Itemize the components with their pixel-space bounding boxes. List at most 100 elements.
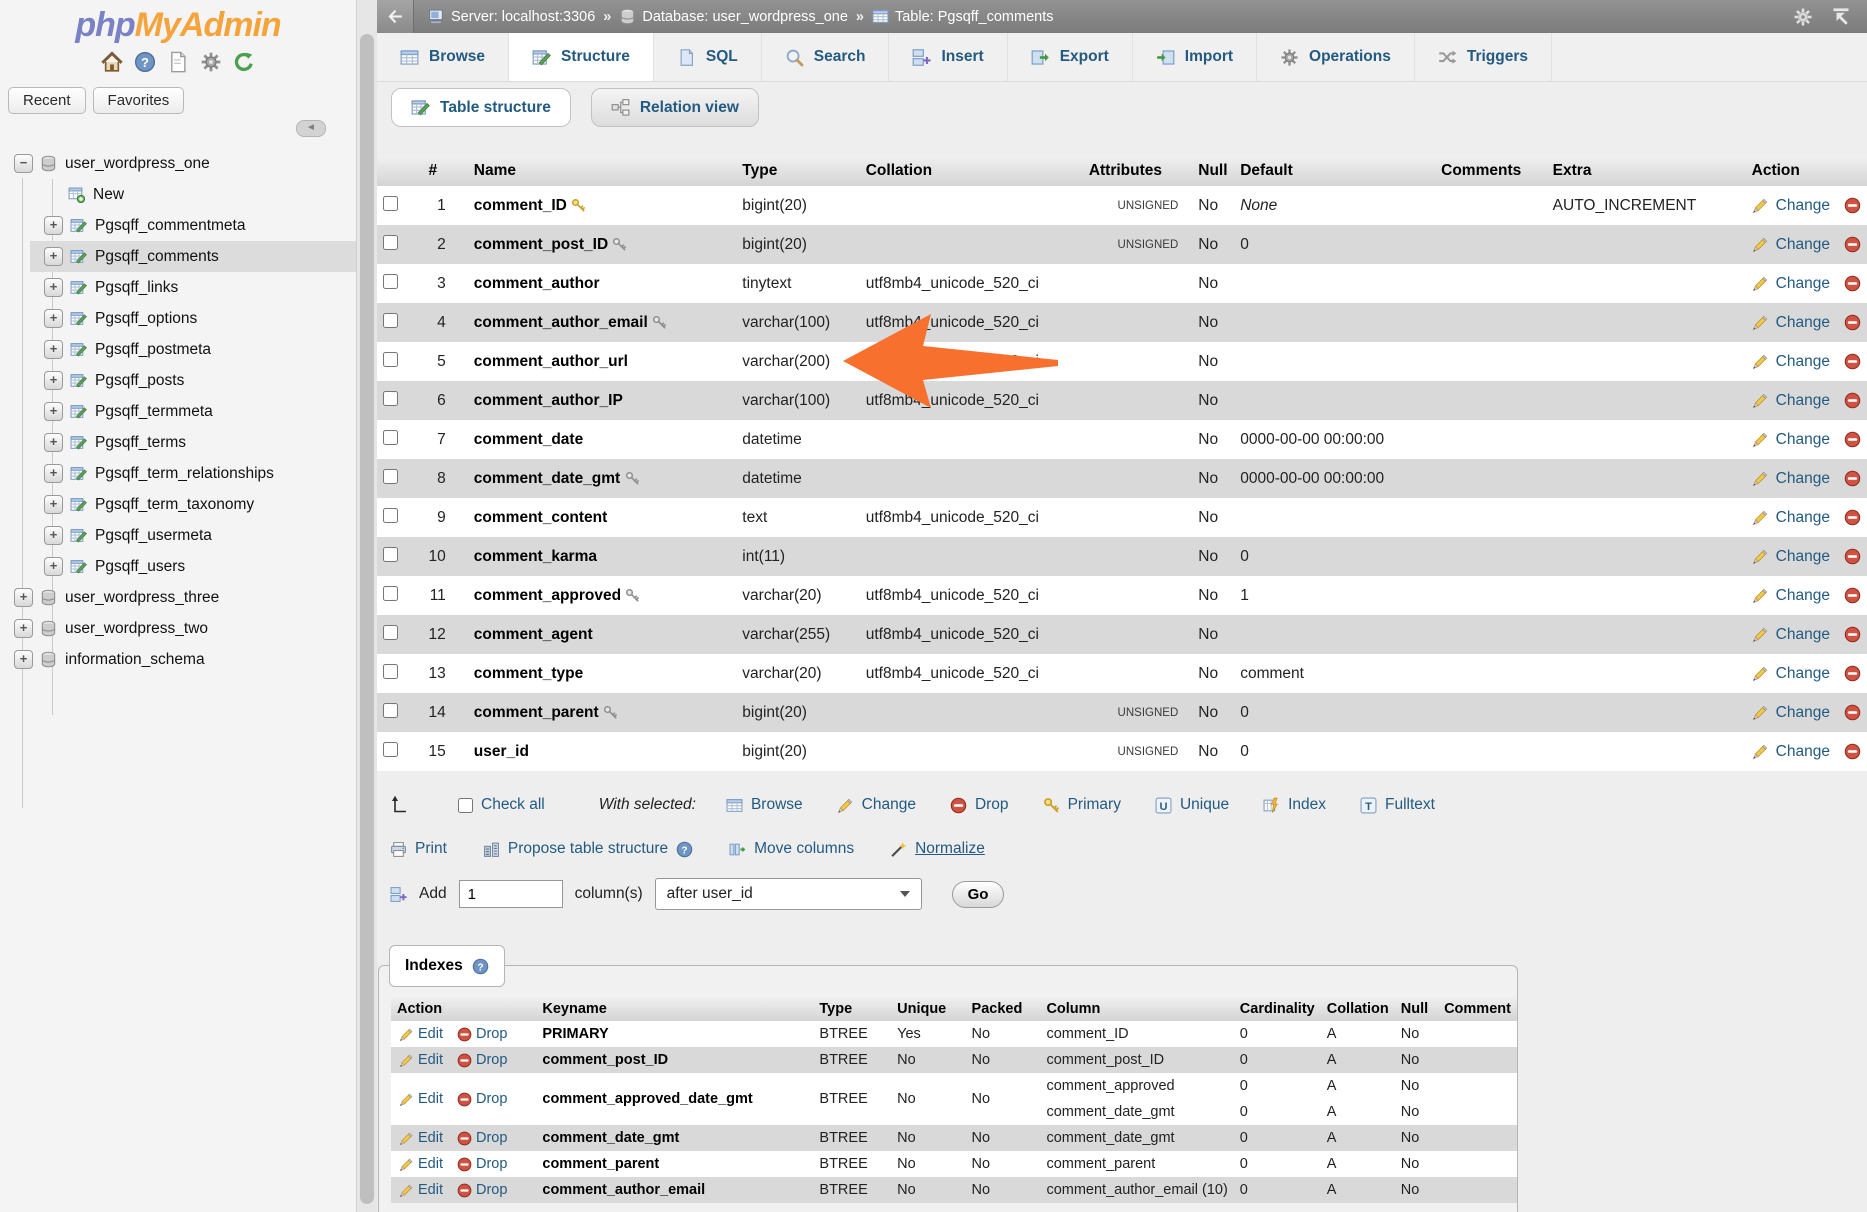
with-selected-primary[interactable]: Primary <box>1043 796 1121 814</box>
subtab-relation-view[interactable]: Relation view <box>591 88 759 127</box>
change-link[interactable]: Change <box>1776 470 1830 487</box>
drop-icon[interactable] <box>1844 743 1861 760</box>
row-checkbox[interactable] <box>383 235 398 250</box>
collapse-toggle[interactable]: − <box>14 154 33 173</box>
sidebar-item-pgsqff-terms[interactable]: +Pgsqff_terms <box>0 427 356 458</box>
drop-icon[interactable] <box>1844 548 1861 565</box>
go-button[interactable]: Go <box>952 881 1005 908</box>
column-position-select[interactable]: after user_id <box>655 878 922 910</box>
index-drop-link[interactable]: Drop <box>476 1052 507 1068</box>
phpmyadmin-logo[interactable]: phpMyAdmin <box>0 6 356 45</box>
sidebar-item-user-wordpress-three[interactable]: +user_wordpress_three <box>0 582 356 613</box>
sidebar-item-pgsqff-comments[interactable]: +Pgsqff_comments <box>0 241 356 272</box>
index-edit-link[interactable]: Edit <box>418 1026 443 1042</box>
sidebar-item-pgsqff-termmeta[interactable]: +Pgsqff_termmeta <box>0 396 356 427</box>
expand-toggle[interactable]: + <box>44 371 63 390</box>
change-link[interactable]: Change <box>1776 626 1830 643</box>
drop-icon[interactable] <box>1844 626 1861 643</box>
back-button[interactable] <box>377 0 414 33</box>
tab-import[interactable]: Import <box>1133 33 1257 81</box>
add-column-count-input[interactable] <box>459 880 563 908</box>
tab-insert[interactable]: Insert <box>889 33 1007 81</box>
tab-operations[interactable]: Operations <box>1257 33 1415 81</box>
breadcrumb-item-table[interactable]: Table: Pgsqff_comments <box>872 8 1054 25</box>
sidebar-item-pgsqff-users[interactable]: +Pgsqff_users <box>0 551 356 582</box>
index-drop-link[interactable]: Drop <box>476 1026 507 1042</box>
row-checkbox[interactable] <box>383 196 398 211</box>
sidebar-scrollbar[interactable] <box>356 0 378 1212</box>
row-checkbox[interactable] <box>383 742 398 757</box>
row-checkbox[interactable] <box>383 664 398 679</box>
expand-toggle[interactable]: + <box>44 402 63 421</box>
row-checkbox[interactable] <box>383 586 398 601</box>
sidebar-item-pgsqff-usermeta[interactable]: +Pgsqff_usermeta <box>0 520 356 551</box>
expand-toggle[interactable]: + <box>14 619 33 638</box>
drop-icon[interactable] <box>1844 353 1861 370</box>
sidebar-item-pgsqff-links[interactable]: +Pgsqff_links <box>0 272 356 303</box>
expand-toggle[interactable]: + <box>44 526 63 545</box>
home-icon[interactable] <box>101 51 123 73</box>
change-link[interactable]: Change <box>1776 548 1830 565</box>
drop-icon[interactable] <box>1844 587 1861 604</box>
tab-sql[interactable]: SQL <box>654 33 762 81</box>
expand-toggle[interactable]: + <box>14 650 33 669</box>
drop-icon[interactable] <box>1844 704 1861 721</box>
change-link[interactable]: Change <box>1776 587 1830 604</box>
row-checkbox[interactable] <box>383 352 398 367</box>
page-settings-gear-icon[interactable] <box>1793 7 1813 27</box>
change-link[interactable]: Change <box>1776 704 1830 721</box>
tab-export[interactable]: Export <box>1008 33 1133 81</box>
gear-icon[interactable] <box>200 51 222 73</box>
change-link[interactable]: Change <box>1776 353 1830 370</box>
index-drop-link[interactable]: Drop <box>476 1156 507 1172</box>
expand-toggle[interactable]: + <box>14 588 33 607</box>
sidebar-item-information-schema[interactable]: +information_schema <box>0 644 356 675</box>
with-selected-fulltext[interactable]: TFulltext <box>1360 796 1435 814</box>
row-checkbox[interactable] <box>383 625 398 640</box>
sidebar-item-pgsqff-term-relationships[interactable]: +Pgsqff_term_relationships <box>0 458 356 489</box>
row-checkbox[interactable] <box>383 547 398 562</box>
tool-normalize[interactable]: Normalize <box>890 840 985 858</box>
breadcrumb-item-database[interactable]: Database: user_wordpress_one <box>619 8 848 25</box>
favorites-button[interactable]: Favorites <box>93 87 185 114</box>
drop-icon[interactable] <box>1844 197 1861 214</box>
docs-icon[interactable] <box>167 51 189 73</box>
refresh-icon[interactable] <box>233 51 255 73</box>
index-edit-link[interactable]: Edit <box>418 1182 443 1198</box>
index-drop-link[interactable]: Drop <box>476 1130 507 1146</box>
row-checkbox[interactable] <box>383 508 398 523</box>
help-icon[interactable]: ? <box>676 841 693 858</box>
sidebar-item-pgsqff-options[interactable]: +Pgsqff_options <box>0 303 356 334</box>
with-selected-unique[interactable]: UUnique <box>1155 796 1229 814</box>
index-edit-link[interactable]: Edit <box>418 1091 443 1107</box>
row-checkbox[interactable] <box>383 313 398 328</box>
breadcrumb-item-server[interactable]: Server: localhost:3306 <box>428 8 595 25</box>
drop-icon[interactable] <box>1844 236 1861 253</box>
row-checkbox[interactable] <box>383 469 398 484</box>
recent-button[interactable]: Recent <box>8 87 86 114</box>
expand-toggle[interactable]: + <box>44 278 63 297</box>
drop-icon[interactable] <box>1844 665 1861 682</box>
drop-icon[interactable] <box>1844 509 1861 526</box>
check-all-label[interactable]: Check all <box>481 796 545 814</box>
help-icon[interactable]: ? <box>472 958 489 975</box>
sidebar-item-user-wordpress-one[interactable]: −user_wordpress_one <box>0 148 356 179</box>
panel-collapse-handle[interactable]: ◄ <box>296 120 326 137</box>
sidebar-item-pgsqff-term-taxonomy[interactable]: +Pgsqff_term_taxonomy <box>0 489 356 520</box>
index-edit-link[interactable]: Edit <box>418 1156 443 1172</box>
sidebar-scrollbar-thumb[interactable] <box>360 34 374 1204</box>
change-link[interactable]: Change <box>1776 431 1830 448</box>
sidebar-item-user-wordpress-two[interactable]: +user_wordpress_two <box>0 613 356 644</box>
index-edit-link[interactable]: Edit <box>418 1130 443 1146</box>
with-selected-change[interactable]: Change <box>837 796 916 814</box>
with-selected-drop[interactable]: Drop <box>950 796 1009 814</box>
help-icon[interactable]: ? <box>134 51 156 73</box>
drop-icon[interactable] <box>1844 275 1861 292</box>
change-link[interactable]: Change <box>1776 236 1830 253</box>
expand-toggle[interactable]: + <box>44 247 63 266</box>
drop-icon[interactable] <box>1844 392 1861 409</box>
expand-toggle[interactable]: + <box>44 216 63 235</box>
row-checkbox[interactable] <box>383 703 398 718</box>
tool-move-columns[interactable]: Move columns <box>729 840 854 858</box>
expand-toggle[interactable]: + <box>44 433 63 452</box>
